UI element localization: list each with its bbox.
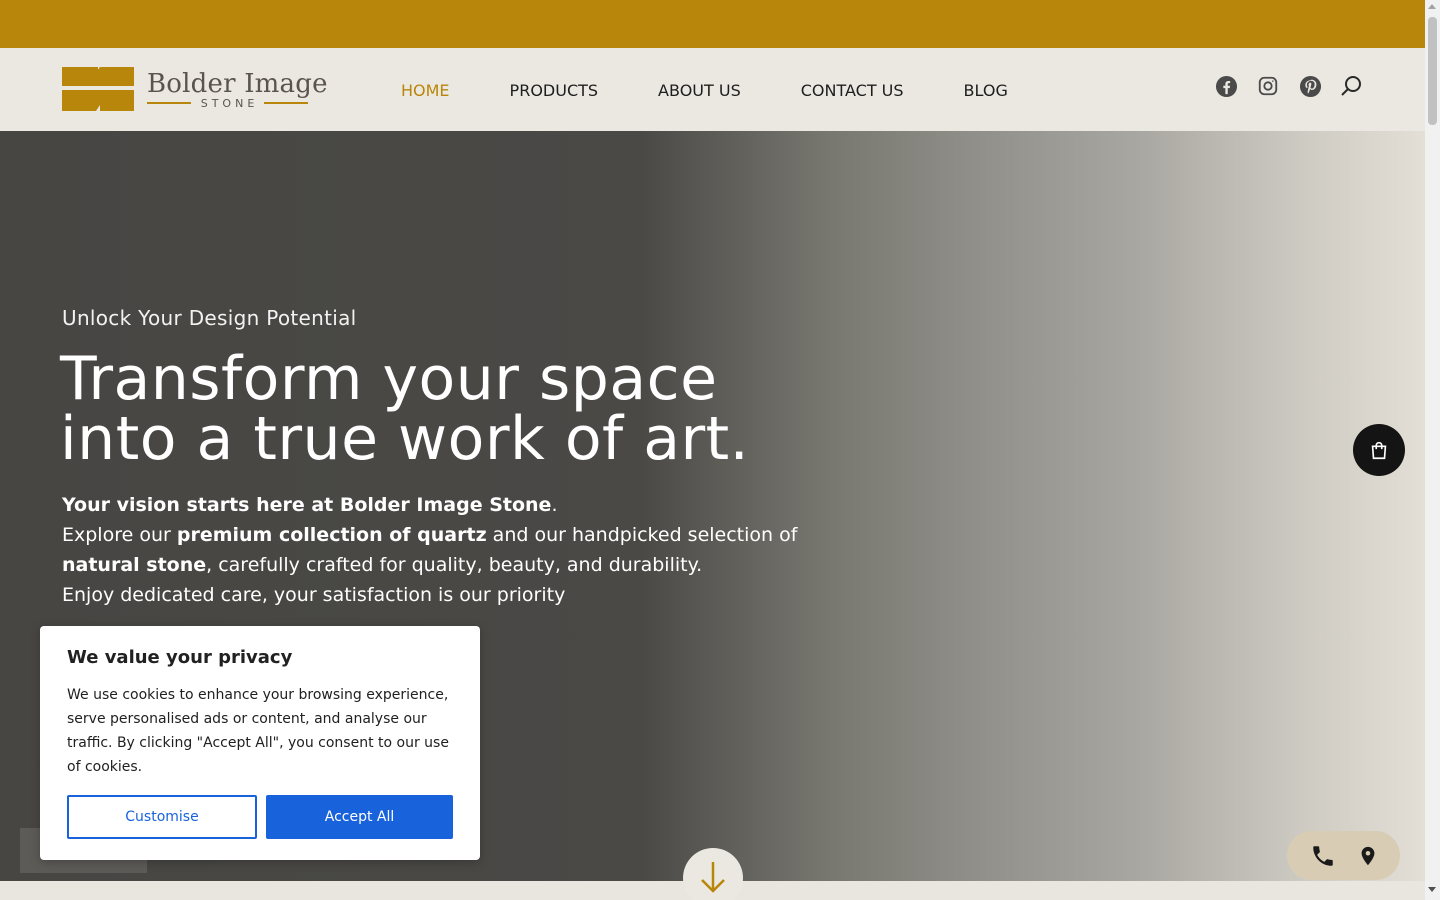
pinterest-icon[interactable] bbox=[1298, 74, 1322, 98]
main-nav: HOME PRODUCTS ABOUT US CONTACT US BLOG bbox=[401, 81, 1068, 100]
scrollbar-thumb[interactable] bbox=[1428, 17, 1437, 125]
arrow-down-icon bbox=[701, 862, 725, 893]
cookie-title: We value your privacy bbox=[67, 647, 293, 668]
logo-subtitle: STONE bbox=[147, 97, 309, 110]
instagram-icon[interactable] bbox=[1256, 74, 1280, 98]
facebook-icon[interactable] bbox=[1214, 74, 1238, 98]
customise-button[interactable]: Customise bbox=[67, 795, 257, 839]
page-scrollbar[interactable] bbox=[1425, 0, 1440, 900]
nav-products[interactable]: PRODUCTS bbox=[510, 81, 599, 100]
scroll-up-arrow-icon[interactable] bbox=[1428, 4, 1436, 9]
site-header: Bolder Image STONE HOME PRODUCTS ABOUT U… bbox=[0, 48, 1425, 131]
top-announcement-bar bbox=[0, 0, 1425, 48]
cart-button[interactable] bbox=[1353, 424, 1405, 476]
cookie-consent-banner: We value your privacy We use cookies to … bbox=[40, 626, 480, 860]
quick-contact-pill bbox=[1287, 831, 1400, 880]
phone-icon[interactable] bbox=[1310, 843, 1336, 869]
accept-all-button[interactable]: Accept All bbox=[266, 795, 453, 839]
brand-logo[interactable]: Bolder Image STONE bbox=[62, 67, 327, 113]
nav-contact-us[interactable]: CONTACT US bbox=[801, 81, 904, 100]
hero-description: Your vision starts here at Bolder Image … bbox=[62, 494, 798, 606]
hero-headline: Transform your space into a true work of… bbox=[60, 344, 750, 474]
nav-about-us[interactable]: ABOUT US bbox=[658, 81, 741, 100]
search-icon[interactable] bbox=[1339, 74, 1363, 98]
shopping-bag-icon bbox=[1371, 441, 1387, 460]
logo-name: Bolder Image bbox=[147, 69, 328, 99]
location-pin-icon[interactable] bbox=[1355, 843, 1381, 869]
scroll-down-arrow-icon[interactable] bbox=[1428, 887, 1436, 892]
nav-blog[interactable]: BLOG bbox=[964, 81, 1008, 100]
cookie-description: We use cookies to enhance your browsing … bbox=[67, 687, 449, 775]
nav-home[interactable]: HOME bbox=[401, 81, 450, 100]
logo-mark-icon bbox=[62, 67, 134, 111]
scroll-down-button[interactable] bbox=[683, 848, 743, 900]
hero-eyebrow: Unlock Your Design Potential bbox=[62, 306, 357, 330]
